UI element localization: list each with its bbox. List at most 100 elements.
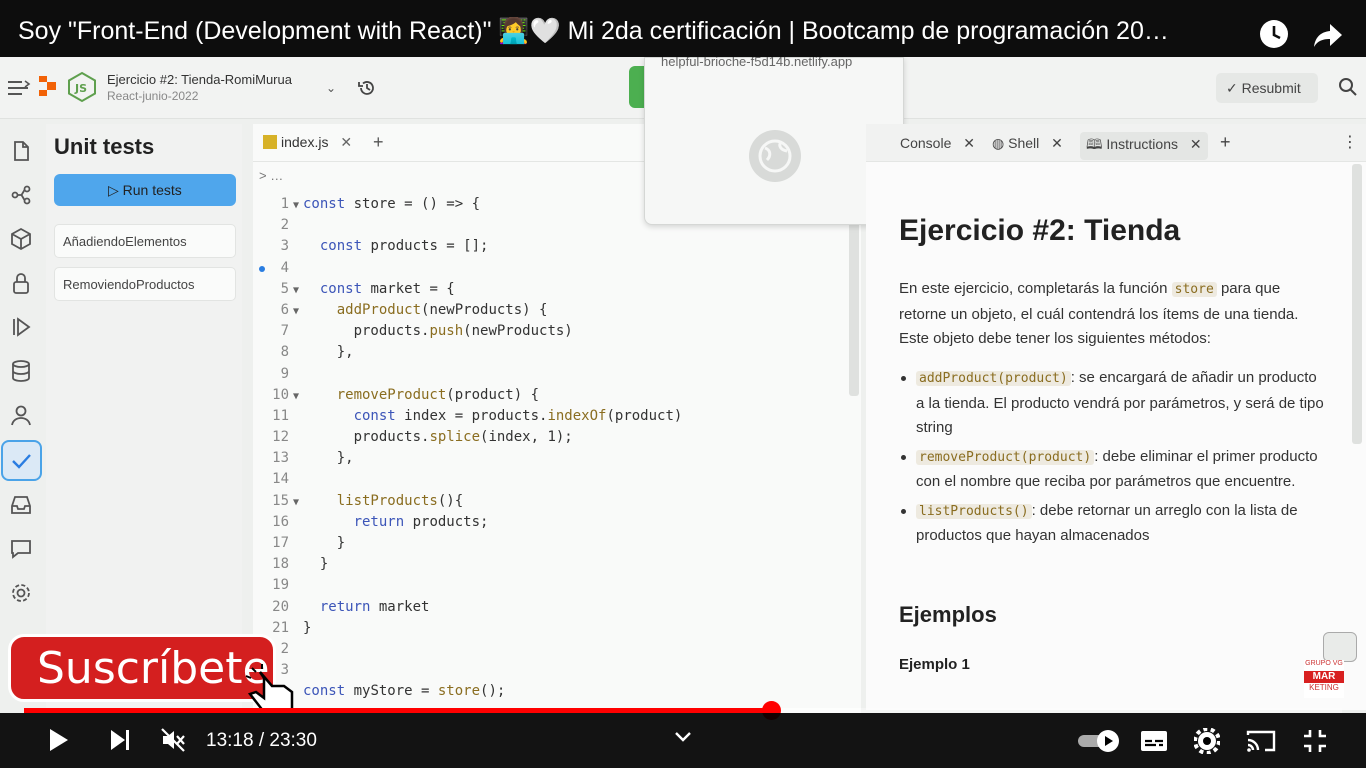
code-line[interactable]: 21} (253, 618, 861, 639)
video-frame[interactable]: JS Ejercicio #2: Tienda-RomiMurua React-… (0, 0, 1366, 768)
play-icon[interactable] (46, 727, 70, 753)
fold-arrow-icon[interactable]: ▼ (289, 301, 303, 322)
run-tests-button[interactable]: ▷ Run tests (54, 174, 236, 206)
code-line[interactable]: 9 (253, 364, 861, 385)
tab-shell-label: Shell (1008, 135, 1040, 151)
chevron-down-icon[interactable] (674, 731, 692, 743)
line-number: 2 (280, 217, 289, 234)
code-line[interactable]: 15 ▼ listProducts(){ (253, 491, 861, 512)
files-icon[interactable] (8, 138, 34, 164)
chat-bubble-icon[interactable] (1323, 632, 1357, 662)
git-icon[interactable] (8, 182, 34, 208)
close-icon[interactable]: ✕ (963, 135, 975, 151)
line-number: 1 (280, 196, 289, 212)
tab-label: index.js (281, 134, 329, 150)
subtitles-icon[interactable] (1140, 729, 1168, 753)
line-number: 19 (272, 577, 289, 594)
search-icon[interactable] (1338, 77, 1358, 97)
code-line[interactable]: 6 ▼ addProduct(newProducts) { (253, 300, 861, 321)
code-line[interactable]: 20 return market (253, 597, 861, 618)
fold-arrow-icon[interactable]: ▼ (289, 195, 303, 216)
code-line[interactable]: 10 ▼ removeProduct(product) { (253, 385, 861, 406)
code-line[interactable]: 14 (253, 469, 861, 490)
settings-icon[interactable] (8, 580, 34, 606)
code-line[interactable]: 3 (253, 660, 861, 681)
test-item[interactable]: RemoviendoProductos (54, 267, 236, 301)
code-line[interactable]: 17 } (253, 533, 861, 554)
debugger-icon[interactable] (8, 314, 34, 340)
brand-top: GRUPO VG (1305, 660, 1343, 667)
cast-icon[interactable] (1246, 729, 1276, 753)
tab-index-js[interactable]: index.js ✕ (263, 134, 352, 151)
line-number: 18 (272, 556, 289, 573)
code-line[interactable]: 4 (253, 258, 861, 279)
code-line[interactable]: 2 (253, 639, 861, 660)
webview-popup[interactable]: helpful-brioche-f5d14b.netlify.app (644, 54, 904, 225)
code-lines[interactable]: 1 ▼ const store = () => {2 3 const products… (253, 194, 861, 703)
line-number: 10 (272, 386, 289, 403)
autoplay-toggle[interactable] (1076, 729, 1122, 753)
code-line[interactable]: 19 (253, 575, 861, 596)
code-line[interactable]: 5 ▼ const market = { (253, 279, 861, 300)
time-current: 13:18 (206, 730, 254, 751)
line-number: 17 (272, 535, 289, 551)
unit-tests-panel: Unit tests ▷ Run tests AñadiendoElemento… (46, 124, 242, 710)
inbox-icon[interactable] (8, 492, 34, 518)
settings-icon[interactable] (1194, 728, 1220, 754)
tab-shell[interactable]: ◍ Shell ✕ (992, 135, 1063, 152)
breakpoint-dot[interactable] (259, 265, 265, 272)
code-line[interactable]: 18 } (253, 554, 861, 575)
database-icon[interactable] (8, 358, 34, 384)
pointing-hand-icon (245, 664, 294, 712)
line-number: 16 (272, 513, 289, 530)
close-icon[interactable]: ✕ (1051, 135, 1063, 151)
lock-icon[interactable] (8, 270, 34, 296)
close-icon[interactable]: ✕ (1190, 136, 1202, 152)
next-icon[interactable] (108, 727, 132, 753)
code-line[interactable]: 13 }, (253, 448, 861, 469)
line-number: 9 (280, 365, 289, 382)
code-line[interactable]: const myStore = store(); (253, 681, 861, 702)
code-line[interactable]: 7 products.push(newProducts) (253, 321, 861, 342)
menu-icon[interactable] (6, 79, 32, 97)
add-tab-icon[interactable]: + (1220, 132, 1231, 153)
fold-arrow-icon[interactable]: ▼ (289, 280, 303, 301)
tab-console[interactable]: Console ✕ (900, 135, 975, 152)
add-tab-icon[interactable]: + (373, 132, 384, 153)
packages-icon[interactable] (8, 226, 34, 252)
code-line[interactable]: 12 products.splice(index, 1); (253, 427, 861, 448)
subscribe-badge[interactable]: Suscríbete (8, 634, 276, 702)
instructions-title: Ejercicio #2: Tienda (899, 214, 1181, 247)
code-line[interactable]: 8 }, (253, 342, 861, 363)
instructions-scrollbar[interactable] (1352, 164, 1362, 444)
svg-text:JS: JS (74, 82, 87, 95)
list-item: listProducts(): debe retornar un arreglo… (899, 499, 1329, 549)
code-line[interactable]: 11 const index = products.indexOf(produc… (253, 406, 861, 427)
tab-instructions[interactable]: 🕮 Instructions ✕ (1080, 132, 1208, 160)
test-item[interactable]: AñadiendoElementos (54, 224, 236, 258)
more-options-icon[interactable]: ⋮ (1342, 132, 1358, 152)
tab-instructions-label: Instructions (1106, 136, 1178, 152)
close-icon[interactable]: ✕ (340, 134, 352, 150)
chevron-down-icon[interactable]: ⌄ (326, 81, 336, 95)
fold-arrow-icon[interactable]: ▼ (289, 492, 303, 513)
resubmit-button[interactable]: ✓ Resubmit (1216, 73, 1318, 103)
replit-logo-icon[interactable] (36, 75, 58, 97)
mute-icon[interactable] (160, 727, 186, 753)
fullscreen-exit-icon[interactable] (1302, 728, 1328, 754)
video-title-bar: Soy "Front-End (Development with React)"… (0, 0, 1366, 57)
line-number: 20 (272, 598, 289, 615)
video-title[interactable]: Soy "Front-End (Development with React)"… (18, 17, 1243, 46)
chat-icon[interactable] (8, 536, 34, 562)
user-icon[interactable] (8, 402, 34, 428)
fold-arrow-icon[interactable]: ▼ (289, 386, 303, 407)
project-title[interactable]: Ejercicio #2: Tienda-RomiMurua (107, 72, 292, 87)
share-icon[interactable] (1312, 18, 1344, 50)
tab-console-label: Console (900, 135, 952, 151)
history-icon[interactable] (357, 78, 377, 98)
clock-icon[interactable] (1258, 18, 1290, 50)
unit-tests-icon[interactable] (1, 440, 42, 481)
code-text: } (303, 619, 312, 636)
code-line[interactable]: 16 return products; (253, 512, 861, 533)
code-line[interactable]: 3 const products = []; (253, 236, 861, 257)
